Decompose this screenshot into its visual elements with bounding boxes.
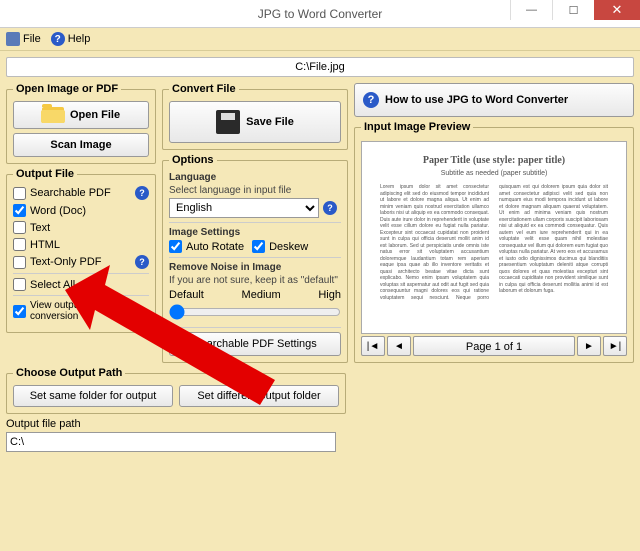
save-file-label: Save File <box>246 116 294 128</box>
auto-rotate-label: Auto Rotate <box>186 241 244 253</box>
filepath-display: C:\File.jpg <box>6 57 634 77</box>
menu-file-label: File <box>23 33 41 45</box>
titlebar: JPG to Word Converter — ☐ ✕ <box>0 0 640 28</box>
searchable-pdf-label: Searchable PDF <box>30 187 111 199</box>
text-only-pdf-label: Text-Only PDF <box>30 256 102 268</box>
pager-prev-button[interactable]: ◄ <box>387 336 411 356</box>
language-select[interactable]: English <box>169 198 319 218</box>
help-icon[interactable]: ? <box>135 186 149 200</box>
options-group: Options Language Select language in inpu… <box>162 154 348 363</box>
menu-help-label: Help <box>68 33 91 45</box>
same-folder-label: Set same folder for output <box>30 390 157 402</box>
open-image-group: Open Image or PDF Open File Scan Image <box>6 83 156 164</box>
noise-heading: Remove Noise in Image <box>169 262 341 273</box>
noise-desc: If you are not sure, keep it as "default… <box>169 275 341 286</box>
preview-legend: Input Image Preview <box>361 121 473 133</box>
diff-folder-button[interactable]: Set different output folder <box>179 385 339 407</box>
choose-output-path-group: Choose Output Path Set same folder for o… <box>6 367 346 414</box>
pager: |◄ ◄ Page 1 of 1 ► ►| <box>361 336 627 356</box>
pager-label: Page 1 of 1 <box>413 336 575 356</box>
word-doc-label: Word (Doc) <box>30 205 86 217</box>
howto-label: How to use JPG to Word Converter <box>385 94 568 106</box>
auto-rotate-checkbox[interactable] <box>169 240 182 253</box>
image-settings-heading: Image Settings <box>169 227 341 238</box>
preview-page: Paper Title (use style: paper title) Sub… <box>361 141 627 334</box>
html-label: HTML <box>30 239 60 251</box>
select-all-label: Select All <box>30 279 75 291</box>
noise-high-label: High <box>318 289 341 301</box>
window-title: JPG to Word Converter <box>258 7 383 21</box>
select-all-checkbox[interactable] <box>13 278 26 291</box>
pager-last-button[interactable]: ►| <box>603 336 627 356</box>
help-icon: ? <box>363 92 379 108</box>
searchable-pdf-checkbox[interactable] <box>13 187 26 200</box>
convert-file-group: Convert File Save File <box>162 83 348 150</box>
open-file-button[interactable]: Open File <box>13 101 149 129</box>
options-legend: Options <box>169 154 217 166</box>
view-output-checkbox[interactable] <box>13 305 26 318</box>
deskew-label: Deskew <box>269 241 308 253</box>
convert-file-legend: Convert File <box>169 83 239 95</box>
preview-body: Lorem ipsum dolor sit amet consectetur a… <box>380 184 608 301</box>
howto-button[interactable]: ? How to use JPG to Word Converter <box>354 83 634 117</box>
noise-default-label: Default <box>169 289 204 301</box>
preview-paper-subtitle: Subtitle as needed (paper subtitle) <box>380 169 608 178</box>
close-button[interactable]: ✕ <box>594 0 640 20</box>
menu-help[interactable]: ? Help <box>51 32 91 46</box>
output-file-legend: Output File <box>13 168 77 180</box>
output-path-label: Output file path <box>6 418 346 430</box>
noise-slider[interactable] <box>169 304 341 320</box>
preview-group: Input Image Preview Paper Title (use sty… <box>354 121 634 363</box>
help-icon: ? <box>51 32 65 46</box>
language-desc: Select language in input file <box>169 185 341 196</box>
maximize-button[interactable]: ☐ <box>552 0 594 20</box>
text-label: Text <box>30 222 50 234</box>
output-file-group: Output File Searchable PDF ? Word (Doc) … <box>6 168 156 333</box>
same-folder-button[interactable]: Set same folder for output <box>13 385 173 407</box>
help-icon[interactable]: ? <box>323 201 337 215</box>
searchable-pdf-settings-button[interactable]: Searchable PDF Settings <box>169 332 341 356</box>
menu-file[interactable]: File <box>6 32 41 46</box>
output-path-input[interactable] <box>6 432 336 452</box>
preview-paper-title: Paper Title (use style: paper title) <box>380 154 608 167</box>
scan-image-label: Scan Image <box>50 139 111 151</box>
choose-output-path-legend: Choose Output Path <box>13 367 125 379</box>
word-doc-checkbox[interactable] <box>13 204 26 217</box>
folder-icon <box>42 107 64 123</box>
menubar: File ? Help <box>0 28 640 51</box>
view-output-label: View output files after conversion <box>30 300 149 322</box>
searchable-pdf-settings-label: Searchable PDF Settings <box>193 338 317 350</box>
minimize-button[interactable]: — <box>510 0 552 20</box>
scan-image-button[interactable]: Scan Image <box>13 133 149 157</box>
pager-first-button[interactable]: |◄ <box>361 336 385 356</box>
text-checkbox[interactable] <box>13 221 26 234</box>
open-image-legend: Open Image or PDF <box>13 83 121 95</box>
language-heading: Language <box>169 172 341 183</box>
deskew-checkbox[interactable] <box>252 240 265 253</box>
help-icon[interactable]: ? <box>135 255 149 269</box>
noise-medium-label: Medium <box>242 289 281 301</box>
disk-icon <box>6 32 20 46</box>
save-file-button[interactable]: Save File <box>169 101 341 143</box>
open-file-label: Open File <box>70 109 120 121</box>
text-only-pdf-checkbox[interactable] <box>13 256 26 269</box>
diff-folder-label: Set different output folder <box>197 390 320 402</box>
pager-next-button[interactable]: ► <box>577 336 601 356</box>
window-controls: — ☐ ✕ <box>510 0 640 20</box>
floppy-icon <box>216 110 240 134</box>
html-checkbox[interactable] <box>13 238 26 251</box>
